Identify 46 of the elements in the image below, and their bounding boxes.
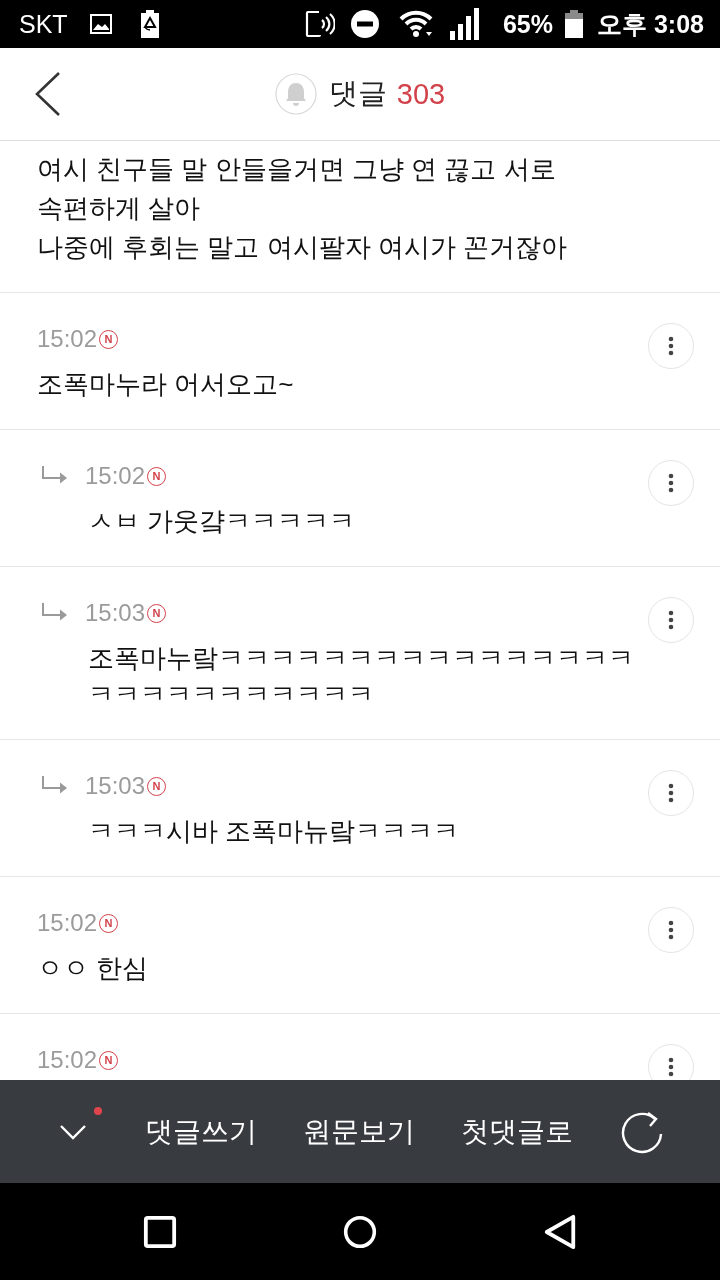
home-icon[interactable] (343, 1213, 377, 1250)
comment-time: 15:02 (85, 462, 146, 490)
refresh-button[interactable] (621, 1109, 665, 1154)
comment-time: 15:03 (85, 599, 146, 627)
phone-waves-icon (304, 10, 335, 38)
more-icon (668, 336, 674, 356)
signal-icon (448, 8, 481, 40)
chevron-down-icon (59, 1123, 87, 1140)
comment-time: 15:02 (37, 909, 98, 937)
comment-text: ㅋㅋㅋ시바 조폭마뉴랔ㅋㅋㅋㅋ (87, 815, 461, 848)
do-not-disturb-icon (349, 9, 380, 39)
recycle-battery-icon (139, 10, 160, 38)
comment-time: 15:03 (85, 772, 146, 800)
more-button[interactable] (648, 770, 694, 816)
comment-text: ㅇㅇ 한심 (37, 952, 150, 985)
battery-percent: 65% (502, 9, 553, 39)
wifi-icon (397, 10, 434, 38)
more-icon (668, 610, 674, 630)
carrier-name: SKT (19, 9, 68, 39)
comment-text: 조폭마누라 어서오고~ (37, 368, 295, 401)
back-icon[interactable] (35, 71, 61, 117)
clock: 오후 3:08 (597, 8, 704, 40)
toolbar-button[interactable]: 댓글쓰기 (141, 1104, 261, 1159)
more-icon (668, 473, 674, 493)
more-button[interactable] (648, 907, 694, 953)
refresh-icon (621, 1109, 665, 1154)
new-badge: N (147, 776, 167, 796)
more-icon (668, 920, 674, 940)
comment-text: ㅅㅂ 가웃걐ㅋㅋㅋㅋㅋ (87, 505, 357, 538)
image-icon (89, 14, 112, 34)
more-button[interactable] (648, 460, 694, 506)
toolbar-button[interactable]: 첫댓글로 (457, 1104, 577, 1159)
comment-time: 15:02 (37, 1046, 98, 1074)
comments-title: 댓글 (328, 76, 387, 111)
recent-apps-icon[interactable] (143, 1213, 177, 1250)
more-icon (668, 783, 674, 803)
more-button[interactable] (648, 597, 694, 643)
toolbar-button[interactable]: 원문보기 (299, 1104, 419, 1159)
more-button[interactable] (648, 323, 694, 369)
comment-count: 303 (396, 77, 446, 111)
comment-time: 15:02 (37, 325, 98, 353)
more-button[interactable] (648, 1044, 694, 1080)
comment-text: 조폭마누랔ㅋㅋㅋㅋㅋㅋㅋㅋㅋㅋㅋㅋㅋㅋㅋㅋㅋㅋㅋㅋㅋㅋㅋㅋㅋㅋㅋ (87, 642, 635, 711)
comment-text: 여시 친구들 말 안들을거면 그냥 연 끊고 서로 속편하게 살아 나중에 후회는 말고 여시팔자 여시가 꼰거잖아 (37, 153, 569, 264)
more-icon (668, 1057, 674, 1077)
battery-icon (565, 10, 583, 38)
